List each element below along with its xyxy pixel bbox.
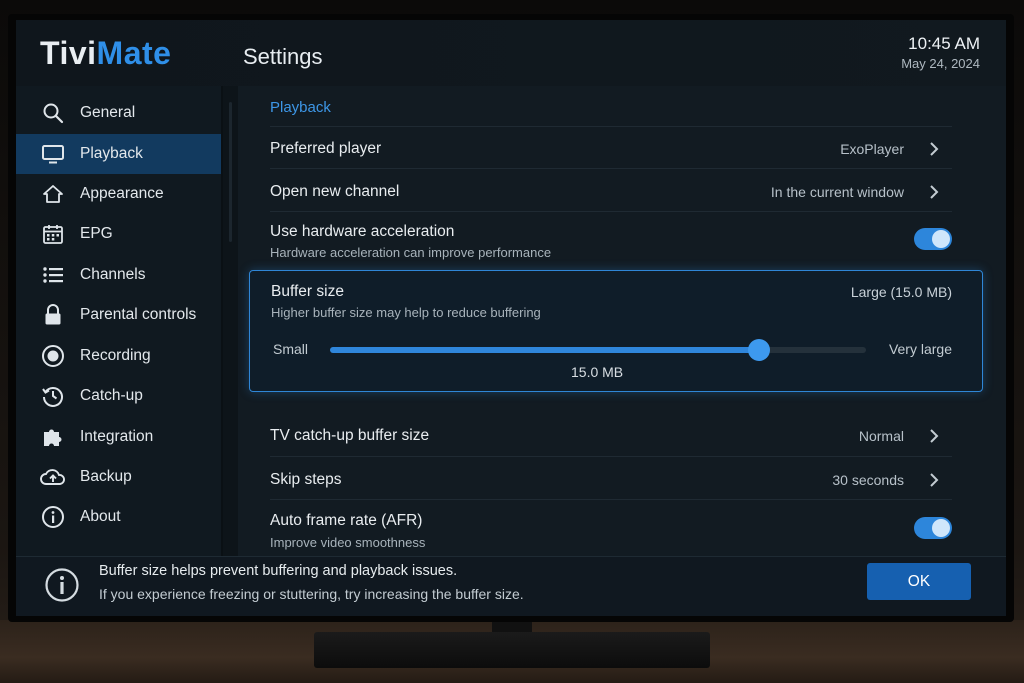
open-new-channel-row[interactable]: Open new channel In the current window bbox=[270, 168, 952, 212]
sidebar-item-label: About bbox=[80, 508, 121, 525]
logo-part-1: Tivi bbox=[40, 35, 97, 71]
history-icon bbox=[40, 383, 66, 409]
slider-fill bbox=[330, 347, 759, 353]
search-icon bbox=[40, 100, 66, 126]
footer-message-line-2: If you experience freezing or stuttering… bbox=[99, 586, 524, 602]
slider-max-label: Very large bbox=[888, 341, 952, 357]
monitor-icon bbox=[40, 141, 66, 167]
settings-content: Playback Preferred player ExoPlayer Open… bbox=[238, 86, 1006, 556]
skip-steps-title: Skip steps bbox=[270, 471, 342, 488]
sidebar-item-catch-up[interactable]: Catch-up bbox=[16, 376, 221, 416]
auto-frame-rate-row[interactable]: Auto frame rate (AFR) Improve video smoo… bbox=[270, 499, 952, 557]
clock-date: May 24, 2024 bbox=[901, 56, 980, 71]
preferred-player-title: Preferred player bbox=[270, 140, 382, 157]
sidebar-item-epg[interactable]: EPG bbox=[16, 214, 221, 254]
preferred-player-row[interactable]: Preferred player ExoPlayer bbox=[270, 126, 952, 169]
sidebar-item-label: Parental controls bbox=[80, 306, 197, 323]
skip-steps-row[interactable]: Skip steps 30 seconds bbox=[270, 456, 952, 500]
clock-time: 10:45 AM bbox=[908, 34, 980, 53]
slider-min-label: Small bbox=[273, 341, 309, 357]
slider-thumb[interactable] bbox=[747, 339, 770, 361]
auto-frame-rate-toggle[interactable] bbox=[914, 517, 952, 539]
buffer-size-subtitle: Higher buffer size may help to reduce bu… bbox=[271, 305, 541, 320]
hardware-acceleration-subtitle: Hardware acceleration can improve perfor… bbox=[270, 245, 552, 260]
sidebar-item-parental-controls[interactable]: Parental controls bbox=[16, 295, 221, 335]
logo-part-2: Mate bbox=[96, 35, 172, 71]
open-new-channel-title: Open new channel bbox=[270, 183, 400, 200]
sidebar-item-label: Integration bbox=[80, 428, 154, 445]
lock-icon bbox=[40, 302, 66, 328]
tv-screen: TiviMate Settings 10:45 AM May 24, 2024 … bbox=[16, 20, 1006, 616]
skip-steps-value: 30 seconds bbox=[832, 472, 904, 488]
toggle-knob bbox=[932, 519, 950, 537]
sidebar-item-backup[interactable]: Backup bbox=[16, 457, 221, 497]
sidebar-scrollbar[interactable] bbox=[229, 102, 232, 242]
ok-button[interactable]: OK bbox=[867, 563, 971, 600]
buffer-size-value: Large (15.0 MB) bbox=[850, 284, 952, 300]
info-footer: Buffer size helps prevent buffering and … bbox=[16, 556, 1006, 616]
app-logo: TiviMate bbox=[40, 35, 171, 72]
sidebar-item-general[interactable]: General bbox=[16, 93, 221, 133]
chevron-right-icon bbox=[930, 185, 939, 199]
sidebar-item-about[interactable]: About bbox=[16, 497, 221, 537]
chevron-right-icon bbox=[930, 473, 939, 487]
sidebar-item-integration[interactable]: Integration bbox=[16, 417, 221, 457]
buffer-size-card[interactable]: Buffer size Higher buffer size may help … bbox=[249, 270, 983, 392]
open-new-channel-value: In the current window bbox=[770, 184, 904, 200]
page-title: Settings bbox=[243, 44, 323, 69]
tv-stand-base bbox=[314, 632, 710, 668]
tv-catch-up-buffer-value: Normal bbox=[858, 428, 904, 444]
sidebar-item-channels[interactable]: Channels bbox=[16, 255, 221, 295]
puzzle-icon bbox=[40, 424, 66, 450]
sidebar-item-label: Channels bbox=[80, 266, 146, 283]
sidebar-item-playback[interactable]: Playback bbox=[16, 134, 221, 174]
auto-frame-rate-title: Auto frame rate (AFR) bbox=[270, 512, 423, 529]
sidebar-item-label: Appearance bbox=[80, 185, 164, 202]
footer-message-line-1: Buffer size helps prevent buffering and … bbox=[99, 563, 458, 579]
sidebar-item-label: EPG bbox=[80, 225, 113, 242]
hardware-acceleration-row[interactable]: Use hardware acceleration Hardware accel… bbox=[270, 211, 952, 270]
sidebar-item-label: Playback bbox=[80, 145, 143, 162]
sidebar-divider bbox=[221, 86, 223, 556]
home-icon bbox=[40, 181, 66, 207]
list-icon bbox=[40, 262, 66, 288]
auto-frame-rate-subtitle: Improve video smoothness bbox=[270, 535, 426, 550]
slider-current-value: 15.0 MB bbox=[571, 364, 624, 380]
sidebar-item-appearance[interactable]: Appearance bbox=[16, 174, 221, 214]
section-title: Playback bbox=[270, 99, 331, 116]
sidebar-item-label: Catch-up bbox=[80, 387, 143, 404]
buffer-size-title: Buffer size bbox=[271, 283, 344, 300]
calendar-icon bbox=[40, 221, 66, 247]
hardware-acceleration-title: Use hardware acceleration bbox=[270, 223, 455, 240]
preferred-player-value: ExoPlayer bbox=[840, 141, 904, 157]
chevron-right-icon bbox=[930, 429, 939, 443]
info-icon bbox=[45, 568, 79, 602]
toggle-knob bbox=[932, 230, 950, 248]
record-icon bbox=[40, 343, 66, 369]
chevron-right-icon bbox=[930, 142, 939, 156]
sidebar: General Playback Appearance EPG Channels… bbox=[16, 86, 221, 556]
info-icon bbox=[40, 504, 66, 530]
buffer-size-slider[interactable] bbox=[330, 339, 866, 361]
sidebar-item-label: Backup bbox=[80, 468, 132, 485]
tv-catch-up-buffer-row[interactable]: TV catch-up buffer size Normal bbox=[270, 413, 952, 456]
cloud-icon bbox=[40, 464, 66, 490]
header: TiviMate Settings 10:45 AM May 24, 2024 bbox=[16, 20, 1006, 86]
hardware-acceleration-toggle[interactable] bbox=[914, 228, 952, 250]
tv-catch-up-buffer-title: TV catch-up buffer size bbox=[270, 427, 430, 444]
sidebar-item-label: General bbox=[80, 104, 136, 121]
sidebar-item-label: Recording bbox=[80, 347, 151, 364]
sidebar-item-recording[interactable]: Recording bbox=[16, 336, 221, 376]
